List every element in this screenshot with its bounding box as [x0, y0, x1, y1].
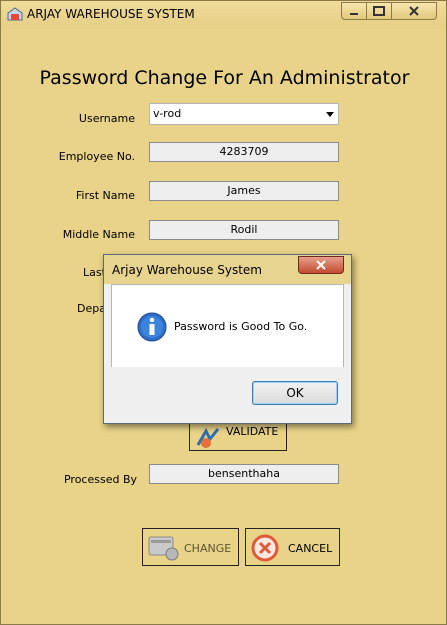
change-button[interactable]: CHANGE: [142, 528, 239, 566]
close-icon: [316, 260, 326, 270]
username-select[interactable]: v-rod: [149, 103, 339, 125]
message-dialog: Arjay Warehouse System Password is Good …: [103, 254, 352, 424]
department-label: Depa: [77, 302, 106, 315]
first-name-field[interactable]: James: [149, 181, 339, 201]
first-name-label: First Name: [75, 189, 135, 202]
dialog-close-button[interactable]: [298, 256, 344, 274]
validate-icon: [196, 427, 220, 448]
minimize-icon: [350, 13, 358, 15]
cancel-button[interactable]: CANCEL: [245, 528, 340, 566]
validate-label: VALIDATE: [226, 425, 279, 438]
employee-no-field[interactable]: 4283709: [149, 142, 339, 162]
close-icon: [409, 6, 419, 16]
change-label: CHANGE: [184, 542, 232, 555]
middle-name-label: Middle Name: [62, 228, 135, 241]
username-label: Username: [78, 112, 135, 125]
cancel-icon: [251, 534, 279, 562]
minimize-button[interactable]: [341, 2, 367, 20]
warehouse-icon: [7, 7, 23, 21]
dialog-title: Arjay Warehouse System: [112, 263, 262, 277]
dialog-message: Password is Good To Go.: [174, 320, 308, 333]
username-value: v-rod: [153, 107, 182, 120]
chevron-down-icon: [326, 112, 334, 117]
window-close-button[interactable]: [391, 2, 437, 20]
title-bar[interactable]: ARJAY WAREHOUSE SYSTEM: [1, 1, 446, 27]
middle-name-field[interactable]: Rodil: [149, 220, 339, 240]
processed-by-field[interactable]: bensenthaha: [149, 464, 339, 484]
employee-no-label: Employee No.: [58, 150, 135, 163]
page-title: Password Change For An Administrator: [39, 67, 410, 89]
maximize-icon: [373, 6, 385, 16]
info-icon: [137, 312, 167, 342]
ok-button[interactable]: OK: [252, 381, 338, 405]
processed-by-label: Processed By: [63, 473, 137, 486]
window-title: ARJAY WAREHOUSE SYSTEM: [27, 7, 195, 21]
maximize-button[interactable]: [366, 2, 392, 20]
change-icon: [148, 536, 179, 561]
cancel-label: CANCEL: [288, 542, 333, 555]
